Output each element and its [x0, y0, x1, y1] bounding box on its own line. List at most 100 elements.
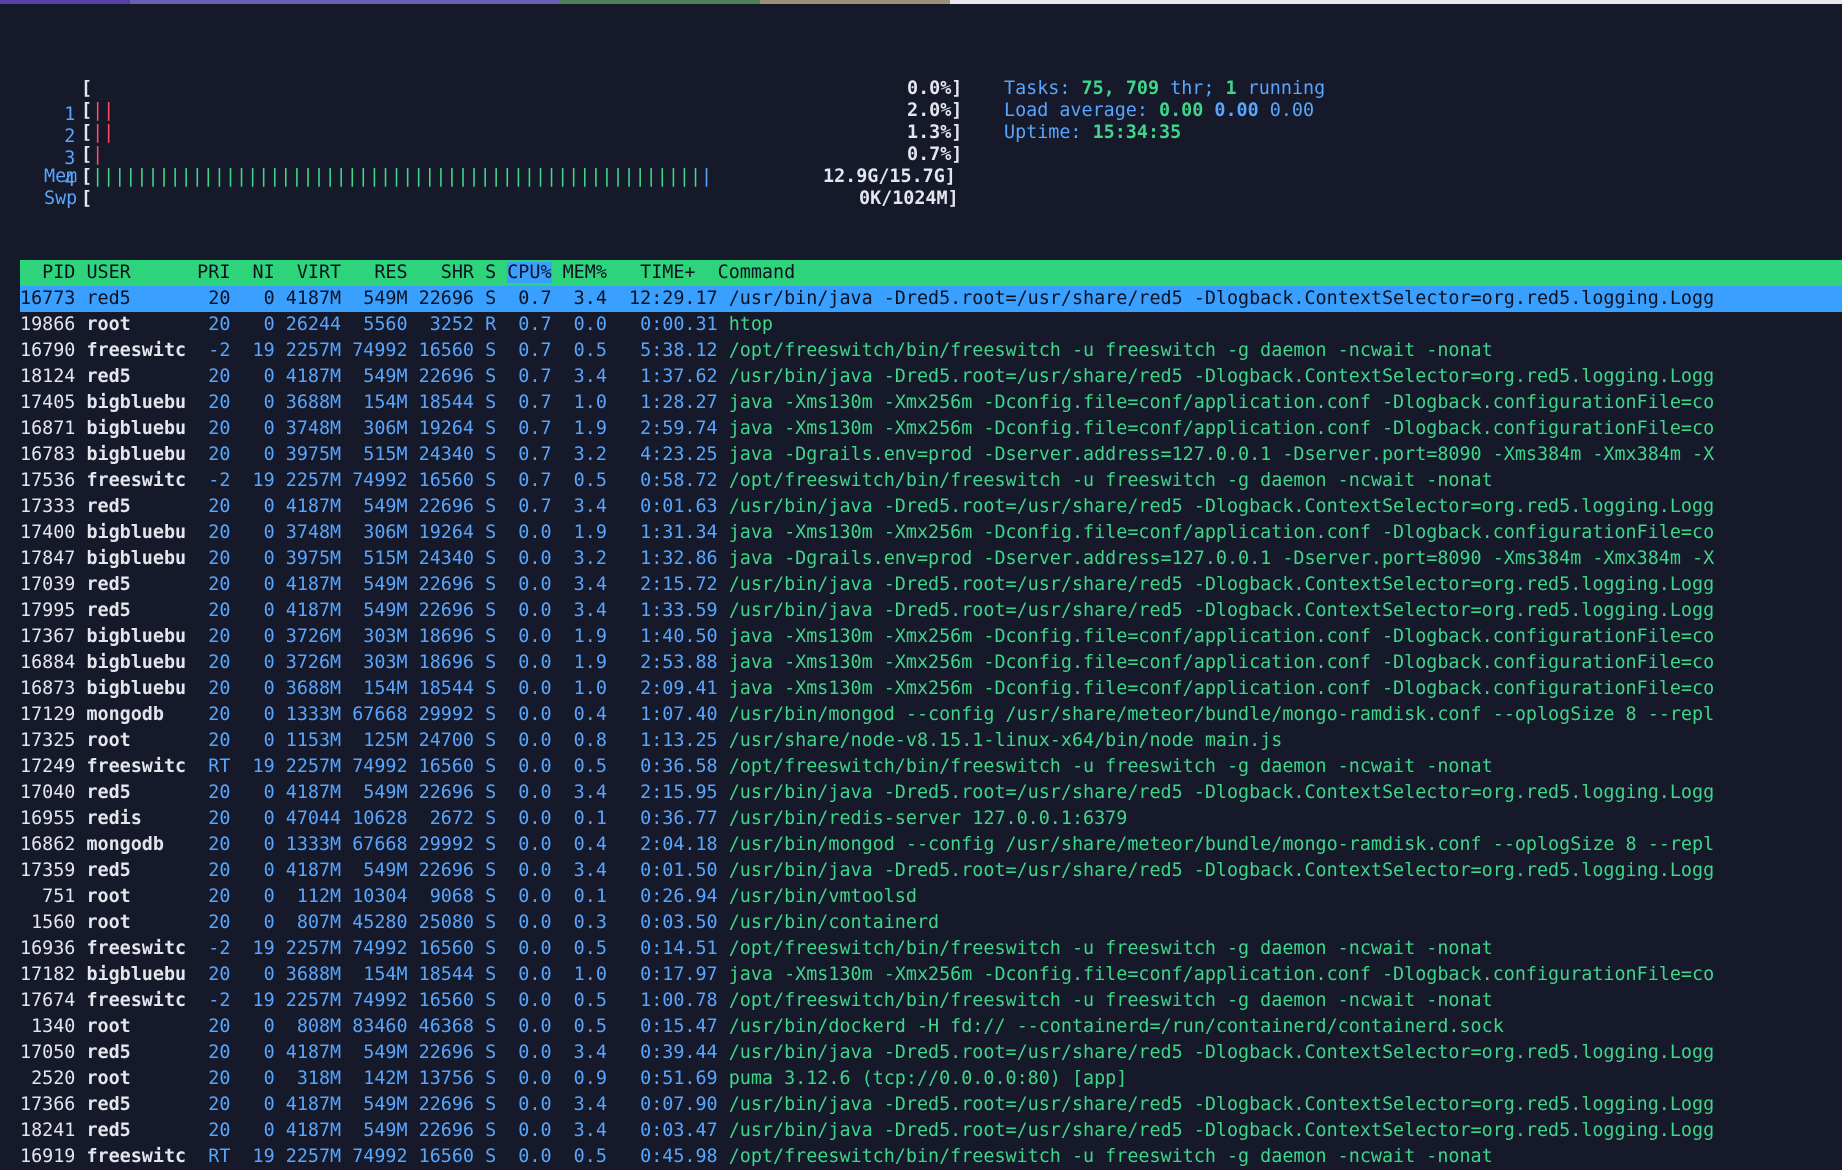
process-cpu: 0.0 — [507, 782, 563, 803]
process-pid: 17674 — [20, 990, 87, 1011]
process-row[interactable]: 17129 mongodb 20 0 1333M 67668 29992 S 0… — [20, 702, 1842, 728]
process-row[interactable]: 16773 red5 20 0 4187M 549M 22696 S 0.7 3… — [20, 286, 1842, 312]
process-row[interactable]: 17995 red5 20 0 4187M 549M 22696 S 0.0 3… — [20, 598, 1842, 624]
process-row[interactable]: 2520 root 20 0 318M 142M 13756 S 0.0 0.9… — [20, 1066, 1842, 1092]
process-shr: 18696 — [418, 626, 486, 647]
process-row[interactable]: 16862 mongodb 20 0 1333M 67668 29992 S 0… — [20, 832, 1842, 858]
process-shr: 19264 — [418, 418, 486, 439]
process-state: S — [485, 496, 508, 517]
process-shr: 46368 — [418, 1016, 486, 1037]
process-time: 2:59.74 — [617, 418, 729, 439]
process-cpu: 0.7 — [507, 496, 563, 517]
col-header-pri[interactable]: PRI — [197, 262, 241, 283]
process-time: 1:37.62 — [617, 366, 729, 387]
col-header-res[interactable]: RES — [352, 262, 418, 283]
process-time: 0:36.77 — [617, 808, 729, 829]
col-header-cpu[interactable]: CPU% — [507, 262, 552, 283]
process-time: 0:45.98 — [617, 1146, 729, 1167]
process-mem: 3.4 — [562, 860, 618, 881]
process-table: 16773 red5 20 0 4187M 549M 22696 S 0.7 3… — [20, 286, 1842, 1170]
process-state: S — [485, 704, 508, 725]
col-header-shr[interactable]: SHR — [419, 262, 485, 283]
process-mem: 3.4 — [562, 366, 618, 387]
process-row[interactable]: 16955 redis 20 0 47044 10628 2672 S 0.0 … — [20, 806, 1842, 832]
process-priority: 20 — [197, 652, 242, 673]
process-time: 2:04.18 — [617, 834, 729, 855]
process-row[interactable]: 17040 red5 20 0 4187M 549M 22696 S 0.0 3… — [20, 780, 1842, 806]
process-shr: 18544 — [418, 678, 486, 699]
col-header-mem[interactable]: MEM% — [552, 262, 607, 283]
process-virt: 4187M — [285, 496, 353, 517]
process-command: /usr/bin/mongod --config /usr/share/mete… — [728, 704, 1715, 725]
process-row[interactable]: 17039 red5 20 0 4187M 549M 22696 S 0.0 3… — [20, 572, 1842, 598]
process-pid: 751 — [20, 886, 87, 907]
process-row[interactable]: 17249 freeswitc RT 19 2257M 74992 16560 … — [20, 754, 1842, 780]
process-row[interactable]: 1560 root 20 0 807M 45280 25080 S 0.0 0.… — [20, 910, 1842, 936]
process-nice: 0 — [241, 1120, 286, 1141]
process-res: 74992 — [352, 470, 419, 491]
col-header-virt[interactable]: VIRT — [286, 262, 352, 283]
process-command: puma 3.12.6 (tcp://0.0.0.0:80) [app] — [728, 1068, 1128, 1089]
process-virt: 3688M — [285, 964, 353, 985]
process-shr: 22696 — [418, 1094, 486, 1115]
process-row[interactable]: 17325 root 20 0 1153M 125M 24700 S 0.0 0… — [20, 728, 1842, 754]
process-virt: 3748M — [285, 522, 353, 543]
process-row[interactable]: 17847 bigbluebu 20 0 3975M 515M 24340 S … — [20, 546, 1842, 572]
process-user: root — [86, 1068, 198, 1089]
process-cpu: 0.0 — [507, 1042, 563, 1063]
process-res: 74992 — [352, 938, 419, 959]
process-virt: 3975M — [285, 444, 353, 465]
process-state: R — [485, 314, 508, 335]
col-header-ni[interactable]: NI — [241, 262, 285, 283]
process-mem: 0.3 — [562, 912, 618, 933]
process-row[interactable]: 17674 freeswitc -2 19 2257M 74992 16560 … — [20, 988, 1842, 1014]
col-header-time[interactable]: TIME+ — [607, 262, 718, 283]
col-header-pid[interactable]: PID — [20, 262, 86, 283]
process-priority: 20 — [197, 1068, 242, 1089]
process-virt: 3726M — [285, 652, 353, 673]
process-command: java -Dgrails.env=prod -Dserver.address=… — [728, 444, 1715, 465]
process-row[interactable]: 17400 bigbluebu 20 0 3748M 306M 19264 S … — [20, 520, 1842, 546]
process-nice: 0 — [241, 652, 286, 673]
process-virt: 2257M — [285, 756, 353, 777]
process-row[interactable]: 17405 bigbluebu 20 0 3688M 154M 18544 S … — [20, 390, 1842, 416]
process-user: red5 — [86, 1094, 198, 1115]
process-row[interactable]: 18124 red5 20 0 4187M 549M 22696 S 0.7 3… — [20, 364, 1842, 390]
process-row[interactable]: 17367 bigbluebu 20 0 3726M 303M 18696 S … — [20, 624, 1842, 650]
process-virt: 2257M — [285, 1146, 353, 1167]
process-row[interactable]: 16936 freeswitc -2 19 2257M 74992 16560 … — [20, 936, 1842, 962]
process-row[interactable]: 16790 freeswitc -2 19 2257M 74992 16560 … — [20, 338, 1842, 364]
process-nice: 0 — [241, 574, 286, 595]
process-row[interactable]: 17536 freeswitc -2 19 2257M 74992 16560 … — [20, 468, 1842, 494]
process-state: S — [485, 522, 508, 543]
process-row[interactable]: 16873 bigbluebu 20 0 3688M 154M 18544 S … — [20, 676, 1842, 702]
process-row[interactable]: 17182 bigbluebu 20 0 3688M 154M 18544 S … — [20, 962, 1842, 988]
process-row[interactable]: 19866 root 20 0 26244 5560 3252 R 0.7 0.… — [20, 312, 1842, 338]
process-shr: 22696 — [418, 1042, 486, 1063]
process-row[interactable]: 17050 red5 20 0 4187M 549M 22696 S 0.0 3… — [20, 1040, 1842, 1066]
process-row[interactable]: 18241 red5 20 0 4187M 549M 22696 S 0.0 3… — [20, 1118, 1842, 1144]
process-virt: 26244 — [285, 314, 353, 335]
process-row[interactable]: 17359 red5 20 0 4187M 549M 22696 S 0.0 3… — [20, 858, 1842, 884]
process-row[interactable]: 17366 red5 20 0 4187M 549M 22696 S 0.0 3… — [20, 1092, 1842, 1118]
process-mem: 1.9 — [562, 626, 618, 647]
col-header-command[interactable]: Command — [718, 262, 796, 283]
process-priority: 20 — [197, 522, 242, 543]
process-virt: 2257M — [285, 990, 353, 1011]
process-row[interactable]: 17333 red5 20 0 4187M 549M 22696 S 0.7 3… — [20, 494, 1842, 520]
process-priority: -2 — [197, 340, 242, 361]
process-pid: 16884 — [20, 652, 87, 673]
process-res: 67668 — [352, 834, 419, 855]
process-state: S — [485, 1120, 508, 1141]
process-row[interactable]: 16884 bigbluebu 20 0 3726M 303M 18696 S … — [20, 650, 1842, 676]
process-command: /usr/bin/dockerd -H fd:// --containerd=/… — [728, 1016, 1504, 1037]
process-row[interactable]: 751 root 20 0 112M 10304 9068 S 0.0 0.1 … — [20, 884, 1842, 910]
process-priority: -2 — [197, 990, 242, 1011]
col-header-user[interactable]: USER — [86, 262, 197, 283]
process-nice: 0 — [241, 288, 286, 309]
process-row[interactable]: 16871 bigbluebu 20 0 3748M 306M 19264 S … — [20, 416, 1842, 442]
process-row[interactable]: 1340 root 20 0 808M 83460 46368 S 0.0 0.… — [20, 1014, 1842, 1040]
process-row[interactable]: 16919 freeswitc RT 19 2257M 74992 16560 … — [20, 1144, 1842, 1170]
process-row[interactable]: 16783 bigbluebu 20 0 3975M 515M 24340 S … — [20, 442, 1842, 468]
col-header-state[interactable]: S — [485, 262, 507, 283]
